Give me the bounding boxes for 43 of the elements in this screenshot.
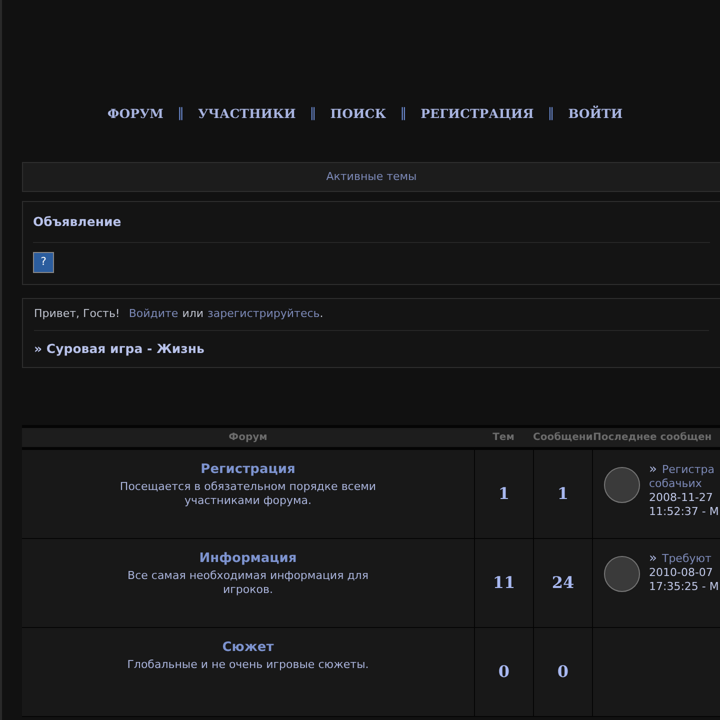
period-text: . — [320, 306, 324, 322]
nav-link[interactable]: ВОЙТИ — [568, 104, 623, 124]
nav-link[interactable]: РЕГИСТРАЦИЯ — [420, 104, 534, 124]
last-post-link[interactable]: Требуют — [662, 552, 712, 566]
active-topics-link[interactable]: Активные темы — [326, 168, 417, 186]
column-header: Тем — [492, 431, 516, 445]
help-icon: ? — [33, 252, 54, 273]
greeting-text: Привет, Гость! — [34, 306, 120, 322]
forum-title[interactable]: Информация — [199, 549, 297, 568]
topics-count: 1 — [474, 450, 533, 538]
nav-separator: ‖ — [178, 105, 184, 124]
forum-description: Глобальные и не очень игровые сюжеты. — [127, 658, 369, 672]
arrow-marker: » — [649, 552, 657, 566]
arrow-marker: » — [649, 463, 657, 477]
nav-link[interactable]: ПОИСК — [330, 104, 386, 124]
topics-count: 0 — [474, 628, 533, 716]
login-link[interactable]: Войдите — [128, 306, 178, 323]
column-header: Сообщени — [533, 431, 592, 445]
last-post-date: 2010-08-07 — [649, 566, 714, 580]
forum-title[interactable]: Сюжет — [222, 638, 274, 658]
nav-separator: ‖ — [400, 105, 407, 124]
breadcrumb-link[interactable]: » Суровая игра - Жизнь — [34, 340, 709, 359]
last-post-time: 11:52:37 - М — [649, 505, 719, 519]
nav-link[interactable]: УЧАСТНИКИ — [198, 104, 296, 124]
nav-separator: ‖ — [548, 105, 554, 124]
register-link[interactable]: зарегистрируйтесь — [208, 306, 320, 323]
topics-count: 11 — [474, 539, 533, 627]
nav-separator: ‖ — [310, 105, 316, 124]
posts-count: 0 — [533, 628, 592, 716]
posts-count: 1 — [533, 450, 592, 538]
nav-link[interactable]: ФОРУМ — [107, 104, 164, 124]
column-header: Последнее сообщен — [592, 431, 713, 445]
or-text: или — [182, 306, 204, 322]
last-post-link[interactable]: собачьих — [649, 477, 719, 491]
forum-description: Посещается в обязательном порядке всеми участниками форума. — [118, 480, 378, 508]
last-post-time: 17:35:25 - М — [649, 580, 719, 594]
posts-count: 24 — [533, 539, 592, 627]
column-header: Форум — [228, 431, 268, 445]
last-post-link[interactable]: Регистра — [662, 463, 714, 477]
last-post-date: 2008-11-27 — [649, 491, 714, 505]
announcement-title: Объявление — [33, 202, 710, 243]
forum-title[interactable]: Регистрация — [200, 460, 296, 480]
forum-description: Все самая необходимая информация для игроков. — [126, 568, 370, 596]
